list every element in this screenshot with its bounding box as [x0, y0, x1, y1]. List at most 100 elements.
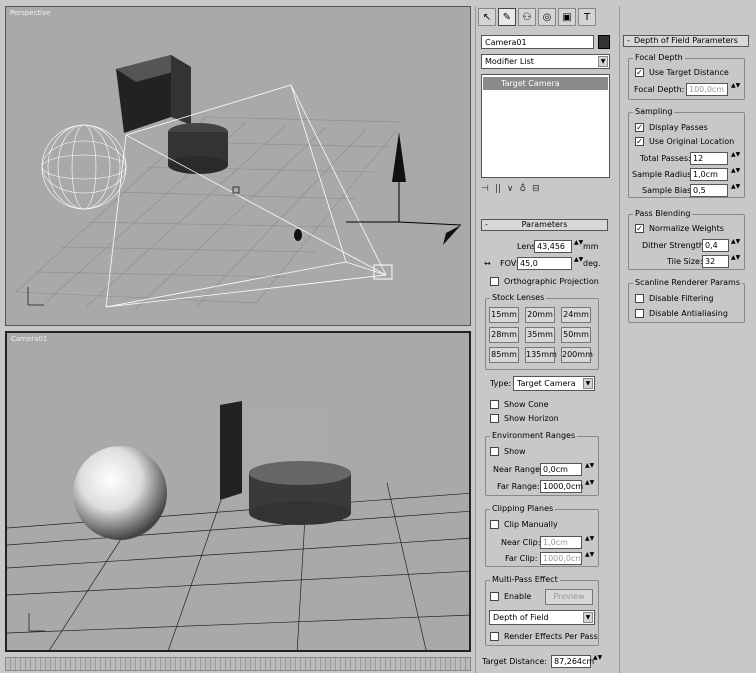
multipass-enable-checkbox[interactable]: [490, 592, 499, 601]
camera-viewport[interactable]: Camera01: [5, 331, 471, 652]
focal-depth-field[interactable]: 100,0cm: [686, 83, 728, 96]
tile-size-spinner[interactable]: ▲▼: [731, 255, 740, 268]
far-range-spinner[interactable]: ▲▼: [585, 480, 594, 493]
preview-button[interactable]: Preview: [545, 589, 593, 605]
focal-depth-label: Focal Depth:: [634, 85, 685, 94]
env-show-label: Show: [504, 447, 526, 456]
chevron-down-icon: ▼: [598, 56, 608, 67]
make-unique-icon[interactable]: ∨: [507, 184, 514, 194]
dither-strength-field[interactable]: 0,4: [702, 239, 729, 252]
sample-bias-field[interactable]: 0,5: [690, 184, 728, 197]
fov-spinner-field[interactable]: 45,0: [517, 257, 572, 270]
lens-85mm-button[interactable]: 85mm: [489, 347, 519, 363]
box-side: [220, 401, 242, 500]
normalize-weights-checkbox[interactable]: ✓: [635, 224, 644, 233]
far-clip-spinner[interactable]: ▲▼: [585, 552, 594, 565]
sample-radius-field[interactable]: 1,0cm: [690, 168, 728, 181]
object-color-swatch[interactable]: [598, 35, 610, 49]
motion-tab-icon[interactable]: ◎: [538, 8, 556, 26]
enable-label: Enable: [504, 592, 532, 601]
total-passes-field[interactable]: 12: [690, 152, 728, 165]
far-range-field[interactable]: 1000,0cm: [540, 480, 583, 493]
lens-35mm-button[interactable]: 35mm: [525, 327, 555, 343]
far-clip-field[interactable]: 1000,0cm: [540, 552, 583, 565]
clip-manually-checkbox[interactable]: [490, 520, 499, 529]
fov-unit: deg.: [583, 259, 601, 268]
parameters-rollout-header[interactable]: - Parameters: [481, 219, 608, 231]
box-side-face: [171, 55, 191, 125]
viewport-label[interactable]: Perspective: [10, 9, 51, 17]
show-end-result-icon[interactable]: ||: [495, 184, 501, 194]
use-original-location-label: Use Original Location: [649, 137, 735, 146]
lens-15mm-button[interactable]: 15mm: [489, 307, 519, 323]
near-range-spinner[interactable]: ▲▼: [585, 463, 594, 476]
near-clip-spinner[interactable]: ▲▼: [585, 536, 594, 549]
fov-spinner-arrows[interactable]: ▲▼: [574, 257, 583, 270]
remove-modifier-icon[interactable]: ♁: [520, 184, 527, 194]
effect-dropdown[interactable]: Depth of Field ▼: [489, 610, 595, 625]
group-title: Sampling: [633, 107, 675, 116]
render-effects-checkbox[interactable]: [490, 632, 499, 641]
lens-200mm-button[interactable]: 200mm: [561, 347, 593, 363]
object-name-field[interactable]: Camera01: [481, 35, 594, 49]
lens-24mm-button[interactable]: 24mm: [561, 307, 591, 323]
configure-sets-icon[interactable]: ⊟: [532, 184, 540, 194]
stack-item-target-camera[interactable]: Target Camera: [483, 77, 608, 90]
create-tab-icon[interactable]: ↖: [478, 8, 496, 26]
tile-size-field[interactable]: 32: [702, 255, 729, 268]
dof-rollout-header[interactable]: - Depth of Field Parameters: [623, 35, 749, 47]
near-range-field[interactable]: 0,0cm: [540, 463, 582, 476]
lens-50mm-button[interactable]: 50mm: [561, 327, 591, 343]
time-slider-track[interactable]: [5, 657, 471, 671]
group-title: Pass Blending: [633, 209, 693, 218]
disable-filtering-checkbox[interactable]: [635, 294, 644, 303]
target-distance-label: Target Distance:: [482, 657, 547, 666]
utilities-tab-icon[interactable]: T: [578, 8, 596, 26]
modifier-stack[interactable]: Target Camera: [481, 74, 610, 178]
near-clip-field[interactable]: 1,0cm: [540, 536, 582, 549]
camera-target-box: [232, 186, 240, 194]
perspective-viewport[interactable]: Perspective: [5, 6, 471, 326]
lens-28mm-button[interactable]: 28mm: [489, 327, 519, 343]
rollout-title: Depth of Field Parameters: [634, 36, 738, 45]
sample-radius-spinner[interactable]: ▲▼: [731, 168, 740, 181]
hierarchy-tab-icon[interactable]: ⚇: [518, 8, 536, 26]
camera-type-value: Target Camera: [517, 379, 576, 388]
modify-tab-icon[interactable]: ✎: [498, 8, 516, 26]
disable-antialiasing-checkbox[interactable]: [635, 309, 644, 318]
display-tab-icon[interactable]: ▣: [558, 8, 576, 26]
disable-filtering-label: Disable Filtering: [649, 294, 714, 303]
target-distance-spinner[interactable]: ▲▼: [593, 655, 602, 668]
total-passes-label: Total Passes:: [640, 154, 691, 163]
env-show-checkbox[interactable]: [490, 447, 499, 456]
target-distance-field[interactable]: 87,264cm: [551, 655, 594, 668]
sample-bias-label: Sample Bias:: [642, 186, 695, 195]
sample-bias-spinner[interactable]: ▲▼: [731, 184, 740, 197]
near-range-label: Near Range:: [493, 465, 543, 474]
lens-spinner-arrows[interactable]: ▲▼: [574, 240, 583, 253]
show-horizon-checkbox[interactable]: [490, 414, 499, 423]
lens-135mm-button[interactable]: 135mm: [525, 347, 557, 363]
lens-spinner-field[interactable]: 43,456: [534, 240, 572, 253]
lens-20mm-button[interactable]: 20mm: [525, 307, 555, 323]
group-title: Clipping Planes: [490, 504, 556, 513]
display-passes-checkbox[interactable]: ✓: [635, 123, 644, 132]
pin-stack-icon[interactable]: ⊣: [481, 184, 489, 194]
fov-direction-icon[interactable]: ↔: [484, 259, 491, 268]
lens-unit: mm: [583, 242, 599, 251]
group-title: Stock Lenses: [490, 293, 547, 302]
tile-size-label: Tile Size:: [667, 257, 703, 266]
target-marker: [294, 229, 302, 241]
dither-strength-spinner[interactable]: ▲▼: [731, 239, 740, 252]
modifier-list-dropdown[interactable]: Modifier List ▼: [481, 54, 610, 69]
camera-type-dropdown[interactable]: Target Camera ▼: [513, 376, 595, 391]
show-cone-checkbox[interactable]: [490, 400, 499, 409]
use-original-location-checkbox[interactable]: ✓: [635, 137, 644, 146]
use-target-distance-checkbox[interactable]: ✓: [635, 68, 644, 77]
camera-scene: [7, 401, 469, 650]
modifier-list-label: Modifier List: [485, 57, 534, 66]
focal-depth-spinner[interactable]: ▲▼: [731, 83, 740, 96]
total-passes-spinner[interactable]: ▲▼: [731, 152, 740, 165]
orthographic-checkbox[interactable]: [490, 277, 499, 286]
viewport-label[interactable]: Camera01: [11, 335, 47, 343]
